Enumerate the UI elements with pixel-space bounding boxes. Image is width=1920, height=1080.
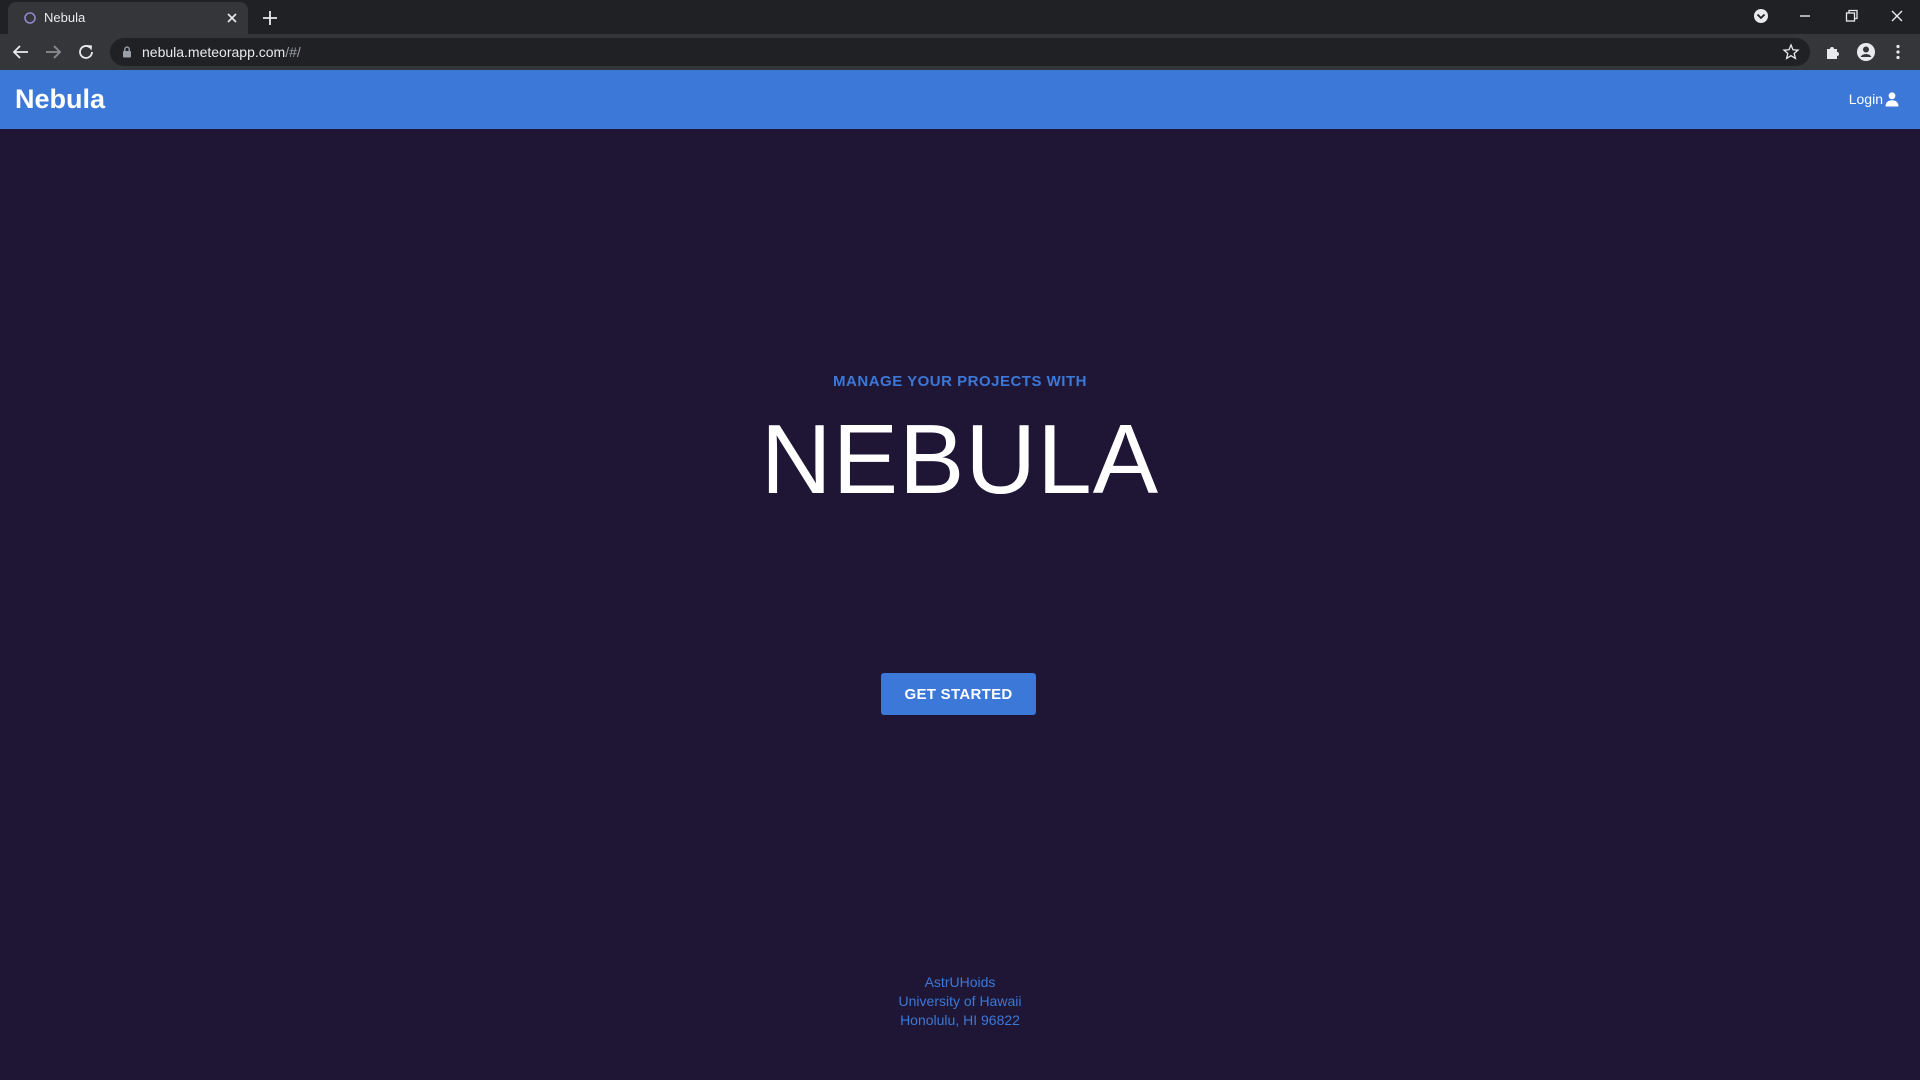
footer-university: University of Hawaii xyxy=(898,993,1022,1009)
brand-logo[interactable]: Nebula xyxy=(15,83,105,115)
hero-title: NEBULA xyxy=(760,404,1160,514)
browser-tabstrip: Nebula xyxy=(0,0,1920,34)
lock-icon[interactable] xyxy=(120,45,134,59)
minimize-icon[interactable] xyxy=(1793,4,1817,28)
user-icon xyxy=(1885,92,1899,107)
footer: AstrUHoids University of Hawaii Honolulu… xyxy=(0,973,1920,1030)
login-label: Login xyxy=(1848,91,1883,107)
nebula-favicon-icon xyxy=(24,12,36,24)
browser-tab-nebula[interactable]: Nebula xyxy=(8,2,248,34)
footer-org: AstrUHoids xyxy=(924,974,996,990)
close-window-icon[interactable] xyxy=(1885,4,1909,28)
forward-arrow-icon[interactable] xyxy=(42,41,64,63)
extensions-puzzle-icon[interactable] xyxy=(1822,41,1844,63)
get-started-button[interactable]: GET STARTED xyxy=(881,673,1036,715)
kebab-menu-icon[interactable] xyxy=(1887,41,1909,63)
hero-kicker: MANAGE YOUR PROJECTS WITH xyxy=(833,373,1087,390)
login-link[interactable]: Login xyxy=(1849,90,1900,108)
browser-toolbar: nebula.meteorapp.com/#/ xyxy=(0,34,1920,70)
new-tab-icon[interactable] xyxy=(260,8,280,28)
site-navbar: Nebula Login xyxy=(0,70,1920,129)
restore-icon[interactable] xyxy=(1839,4,1863,28)
bookmark-star-icon[interactable] xyxy=(1782,43,1800,61)
tab-search-icon[interactable] xyxy=(1749,4,1773,28)
profile-avatar-icon[interactable] xyxy=(1855,41,1877,63)
url-path: /#/ xyxy=(285,44,301,60)
tab-title: Nebula xyxy=(44,10,86,25)
reload-icon[interactable] xyxy=(75,41,97,63)
address-bar[interactable]: nebula.meteorapp.com/#/ xyxy=(110,38,1810,66)
close-icon[interactable] xyxy=(224,10,240,26)
url-host: nebula.meteorapp.com xyxy=(142,44,286,60)
back-arrow-icon[interactable] xyxy=(10,41,32,63)
footer-address: Honolulu, HI 96822 xyxy=(900,1012,1020,1028)
url-text[interactable]: nebula.meteorapp.com/#/ xyxy=(142,44,301,60)
